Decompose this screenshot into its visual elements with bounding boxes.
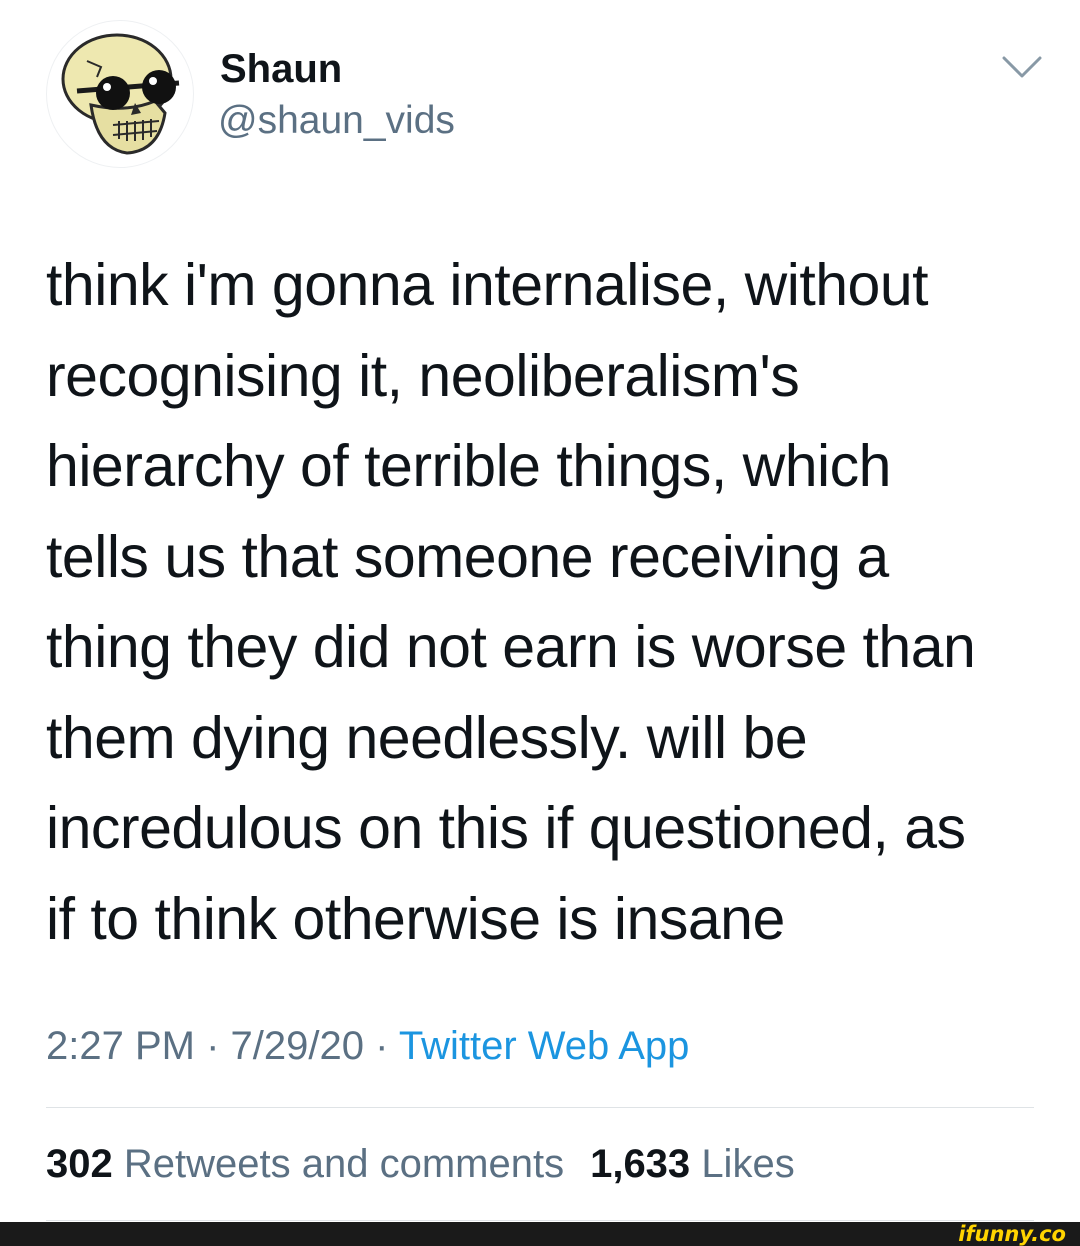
watermark-bar: ifunny.co [0,1222,1080,1246]
avatar[interactable] [46,20,194,168]
likes-label: Likes [701,1142,795,1186]
retweets-stat[interactable]: 302 Retweets and comments [46,1142,564,1186]
tweet-date[interactable]: 7/29/20 [231,1024,364,1068]
user-handle[interactable]: @shaun_vids [218,98,455,144]
tweet-card: Shaun @shaun_vids think i'm gonna intern… [0,0,1080,1222]
tweet-time[interactable]: 2:27 PM [46,1024,195,1068]
watermark: ifunny.co [952,1222,1072,1246]
likes-stat[interactable]: 1,633 Likes [590,1142,795,1186]
tweet-text: think i'm gonna internalise, without rec… [46,252,976,952]
chevron-down-icon[interactable] [1000,52,1044,82]
divider [46,1107,1034,1108]
likes-count: 1,633 [590,1142,691,1186]
display-name[interactable]: Shaun [220,46,342,92]
retweets-count: 302 [46,1142,113,1186]
meta-separator: · [375,1024,389,1068]
meta-separator: · [206,1024,220,1068]
divider [46,1220,1034,1221]
retweets-label: Retweets and comments [123,1142,565,1186]
tweet-source-link[interactable]: Twitter Web App [399,1024,690,1068]
skull-icon [61,33,180,155]
tweet-meta: 2:27 PM · 7/29/20 · Twitter Web App [46,1020,689,1072]
tweet-stats: 302 Retweets and comments 1,633 Likes [46,1138,795,1190]
